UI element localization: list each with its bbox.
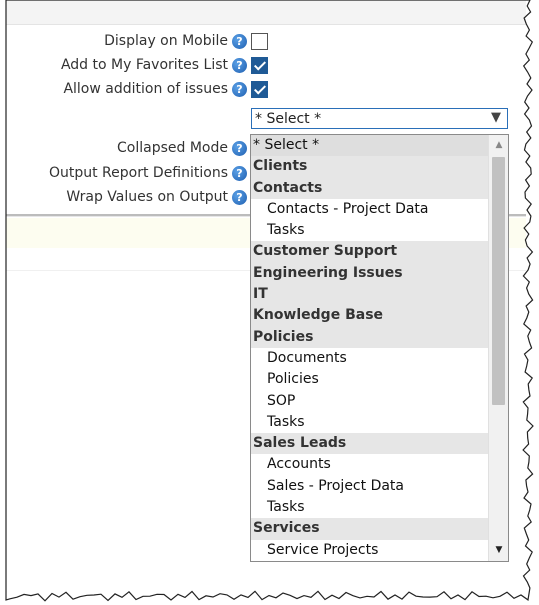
display-on-mobile-checkbox[interactable] bbox=[251, 32, 268, 50]
scrollbar-thumb[interactable] bbox=[492, 157, 505, 405]
dropdown-scrollbar[interactable]: ▲ ▼ bbox=[488, 135, 508, 561]
add-to-favorites-label: Add to My Favorites List bbox=[60, 57, 228, 73]
option-item[interactable]: Tasks bbox=[251, 220, 508, 242]
option-group[interactable]: Services bbox=[251, 518, 508, 540]
option-item[interactable]: Documents bbox=[251, 347, 508, 370]
collapsed-mode-label: Collapsed Mode bbox=[117, 140, 228, 156]
top-band bbox=[6, 0, 526, 25]
display-on-mobile-label: Display on Mobile bbox=[104, 33, 228, 49]
allow-addition-checkbox[interactable] bbox=[251, 80, 268, 98]
row-display-on-mobile: Display on Mobile ? bbox=[6, 30, 268, 52]
wrap-values-label: Wrap Values on Output bbox=[66, 189, 228, 205]
option-group[interactable]: Contacts bbox=[251, 177, 508, 199]
add-to-favorites-checkbox[interactable] bbox=[251, 56, 268, 74]
row-wrap-values: Wrap Values on Output ? bbox=[6, 186, 247, 208]
option-group[interactable]: Policies bbox=[251, 326, 508, 348]
help-icon[interactable]: ? bbox=[232, 189, 247, 205]
help-icon[interactable]: ? bbox=[232, 57, 247, 73]
project-select[interactable]: * Select * ▼ bbox=[251, 108, 508, 129]
option-group[interactable]: Sales Leads bbox=[251, 433, 508, 455]
option-item[interactable]: Policies bbox=[251, 369, 508, 391]
option-item[interactable]: * Select * bbox=[251, 135, 508, 157]
allow-addition-label: Allow addition of issues bbox=[63, 81, 228, 97]
row-collapsed-mode: Collapsed Mode ? bbox=[6, 137, 247, 159]
select-value: * Select * bbox=[255, 110, 322, 127]
option-item[interactable]: Sales - Project Data bbox=[251, 475, 508, 498]
help-icon[interactable]: ? bbox=[232, 165, 247, 181]
row-output-report-definitions: Output Report Definitions ? bbox=[6, 162, 247, 184]
option-item[interactable]: SOP bbox=[251, 390, 508, 412]
output-report-label: Output Report Definitions bbox=[48, 165, 228, 181]
option-list: * Select * Clients Contacts Contacts - Proj… bbox=[251, 135, 508, 561]
option-item[interactable]: Service Projects bbox=[251, 539, 508, 561]
option-group[interactable]: IT bbox=[251, 284, 508, 306]
scroll-up-icon[interactable]: ▲ bbox=[489, 137, 508, 154]
dropdown-arrow-icon[interactable]: ▼ bbox=[491, 110, 501, 125]
row-allow-addition-of-issues: Allow addition of issues ? bbox=[6, 78, 268, 100]
option-group[interactable]: Knowledge Base bbox=[251, 305, 508, 327]
option-item[interactable]: Tasks bbox=[251, 497, 508, 519]
option-item[interactable]: Contacts - Project Data bbox=[251, 198, 508, 221]
help-icon[interactable]: ? bbox=[232, 33, 247, 49]
option-group[interactable]: Customer Support bbox=[251, 241, 508, 263]
row-add-to-favorites: Add to My Favorites List ? bbox=[6, 54, 268, 76]
option-item[interactable]: Accounts bbox=[251, 454, 508, 476]
help-icon[interactable]: ? bbox=[232, 140, 247, 156]
select-dropdown-list[interactable]: * Select * Clients Contacts Contacts - Proj… bbox=[250, 134, 509, 562]
option-item[interactable]: Tasks bbox=[251, 411, 508, 434]
option-group[interactable]: Engineering Issues bbox=[251, 262, 508, 285]
help-icon[interactable]: ? bbox=[232, 81, 247, 97]
scroll-down-icon[interactable]: ▼ bbox=[489, 542, 508, 559]
option-group[interactable]: Clients bbox=[251, 156, 508, 178]
